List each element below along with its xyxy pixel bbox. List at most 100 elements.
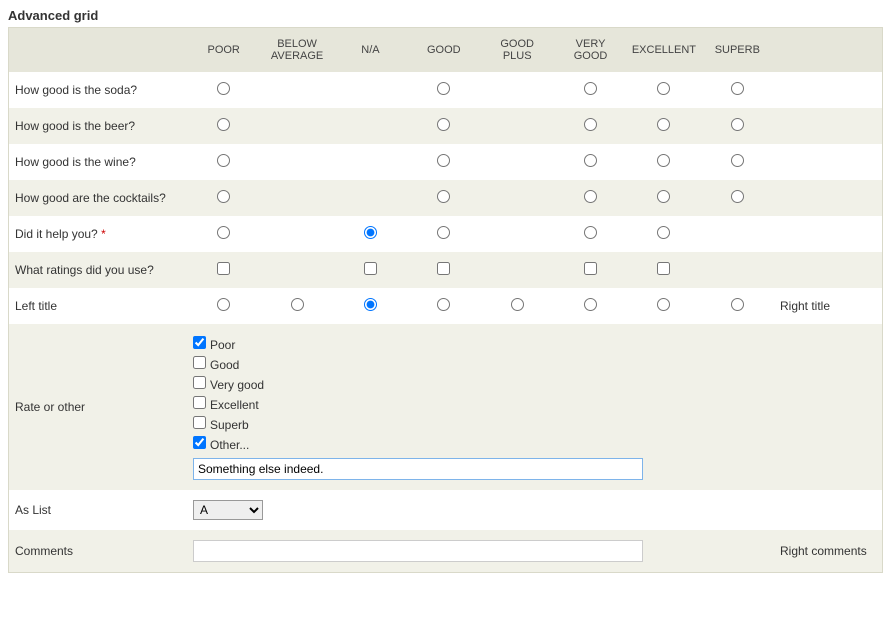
radio-input[interactable] <box>584 82 597 95</box>
radio-input[interactable] <box>731 118 744 131</box>
row-right-label <box>774 216 883 252</box>
row-left: Left titleRight title <box>9 288 883 324</box>
cell <box>554 72 627 108</box>
cell <box>701 180 774 216</box>
radio-input[interactable] <box>437 118 450 131</box>
as-list-select[interactable]: A <box>193 500 263 520</box>
option-label: Other... <box>210 438 249 452</box>
row-right-label <box>774 108 883 144</box>
cell <box>627 144 700 180</box>
radio-input[interactable] <box>217 190 230 203</box>
radio-input[interactable] <box>584 154 597 167</box>
option-label: Superb <box>210 418 249 432</box>
option-checkbox[interactable] <box>193 436 206 449</box>
header-good-plus: GOOD PLUS <box>481 28 554 73</box>
radio-input[interactable] <box>584 190 597 203</box>
option-row: Superb <box>193 414 876 434</box>
comments-input[interactable] <box>193 540 643 562</box>
radio-input[interactable] <box>657 82 670 95</box>
radio-input[interactable] <box>437 226 450 239</box>
cell <box>554 288 627 324</box>
header-empty <box>9 28 188 73</box>
row-help: Did it help you? * <box>9 216 883 252</box>
header-na: N/A <box>334 28 407 73</box>
cell <box>407 144 480 180</box>
cell <box>407 288 480 324</box>
checkbox-input[interactable] <box>657 262 670 275</box>
cell <box>334 252 407 288</box>
cell <box>627 216 700 252</box>
option-label: Excellent <box>210 398 259 412</box>
cell <box>701 216 774 252</box>
cell <box>627 108 700 144</box>
radio-input[interactable] <box>217 82 230 95</box>
radio-input[interactable] <box>437 298 450 311</box>
radio-input[interactable] <box>584 226 597 239</box>
checkbox-input[interactable] <box>364 262 377 275</box>
checkbox-input[interactable] <box>584 262 597 275</box>
cell <box>481 288 554 324</box>
row-comments: Comments Right comments <box>9 530 883 573</box>
radio-input[interactable] <box>364 298 377 311</box>
radio-input[interactable] <box>217 154 230 167</box>
radio-input[interactable] <box>437 82 450 95</box>
radio-input[interactable] <box>657 190 670 203</box>
cell <box>627 252 700 288</box>
radio-input[interactable] <box>731 154 744 167</box>
cell <box>260 72 333 108</box>
radio-input[interactable] <box>657 298 670 311</box>
cell <box>260 144 333 180</box>
cell <box>187 108 260 144</box>
row-label: Comments <box>9 530 188 573</box>
radio-input[interactable] <box>511 298 524 311</box>
checkbox-input[interactable] <box>437 262 450 275</box>
radio-input[interactable] <box>657 118 670 131</box>
radio-input[interactable] <box>584 298 597 311</box>
cell <box>260 288 333 324</box>
cell <box>701 144 774 180</box>
row-label: Rate or other <box>9 324 188 490</box>
option-checkbox[interactable] <box>193 356 206 369</box>
radio-input[interactable] <box>291 298 304 311</box>
radio-input[interactable] <box>364 226 377 239</box>
row-label: How good is the wine? <box>9 144 188 180</box>
cell <box>334 180 407 216</box>
option-label: Very good <box>210 378 264 392</box>
radio-input[interactable] <box>584 118 597 131</box>
cell <box>407 108 480 144</box>
row-beer: How good is the beer? <box>9 108 883 144</box>
radio-input[interactable] <box>657 154 670 167</box>
cell <box>334 72 407 108</box>
cell <box>481 180 554 216</box>
radio-input[interactable] <box>657 226 670 239</box>
cell <box>407 216 480 252</box>
radio-input[interactable] <box>437 190 450 203</box>
cell <box>334 144 407 180</box>
advanced-grid-table: POOR BELOW AVERAGE N/A GOOD GOOD PLUS VE… <box>8 27 883 573</box>
option-checkbox[interactable] <box>193 396 206 409</box>
radio-input[interactable] <box>731 298 744 311</box>
radio-input[interactable] <box>731 190 744 203</box>
radio-input[interactable] <box>731 82 744 95</box>
radio-input[interactable] <box>217 118 230 131</box>
header-row: POOR BELOW AVERAGE N/A GOOD GOOD PLUS VE… <box>9 28 883 73</box>
cell <box>187 144 260 180</box>
other-text-input[interactable] <box>193 458 643 480</box>
option-checkbox[interactable] <box>193 416 206 429</box>
cell <box>187 72 260 108</box>
row-right-label: Right comments <box>774 530 883 573</box>
cell <box>554 180 627 216</box>
cell <box>260 216 333 252</box>
header-right <box>774 28 883 73</box>
option-checkbox[interactable] <box>193 336 206 349</box>
option-checkbox[interactable] <box>193 376 206 389</box>
option-row: Other... <box>193 434 876 454</box>
radio-input[interactable] <box>437 154 450 167</box>
radio-input[interactable] <box>217 298 230 311</box>
radio-input[interactable] <box>217 226 230 239</box>
row-label: As List <box>9 490 188 530</box>
cell <box>627 72 700 108</box>
cell <box>701 108 774 144</box>
checkbox-input[interactable] <box>217 262 230 275</box>
header-good: GOOD <box>407 28 480 73</box>
